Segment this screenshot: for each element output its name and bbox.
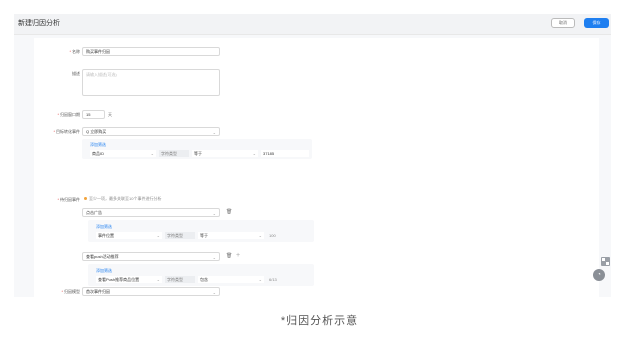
filter-field-select[interactable]: 商品ID ⌄ (90, 150, 156, 157)
touch-event-2-filter-block: 添加筛选 查看Push推荐商品位置 ⌄ 字符类型 包含 ⌄ 6/13 (88, 264, 314, 286)
save-button[interactable]: 保存 (584, 18, 609, 28)
target-event-select[interactable]: Q 立即购买 ⌄ (82, 127, 220, 136)
page-header: 新建归因分析 取消 保存 (14, 14, 611, 35)
target-filter-block: 添加筛选 商品ID ⌄ 字符类型 等于 ⌄ 37185 (82, 139, 312, 159)
touch-event-1-select[interactable]: 点击广告 ⌄ (82, 208, 220, 217)
delete-icon[interactable]: 🗑 (226, 209, 232, 215)
description-label: 描述 (72, 71, 80, 76)
chevron-down-icon: ⌄ (212, 211, 216, 216)
target-event-label: *目标转化事件 (53, 129, 80, 134)
chevron-down-icon: ⌄ (212, 290, 216, 295)
filter-operator-select[interactable]: 包含 ⌄ (198, 276, 264, 283)
chevron-down-icon: ⌄ (156, 277, 160, 282)
chevron-down-icon: ⌄ (212, 255, 216, 260)
chevron-down-icon: ⌄ (150, 151, 154, 156)
model-select[interactable]: 首次事件归因 ⌄ (82, 287, 220, 296)
window-input[interactable]: 15 (82, 110, 105, 119)
filter-operator-select[interactable]: 等于 ⌄ (198, 232, 264, 239)
cancel-button[interactable]: 取消 (551, 18, 575, 28)
touch-events-label: *待归因事件 (57, 197, 80, 202)
add-filter-link[interactable]: 添加筛选 (90, 142, 106, 148)
name-label: *名称 (69, 49, 80, 54)
chevron-down-icon: ⌄ (156, 233, 160, 238)
filter-value-input[interactable]: 6/13 (267, 276, 307, 283)
qr-code-icon[interactable] (601, 257, 610, 266)
filter-field-select[interactable]: 查看Push推荐商品位置 ⌄ (96, 276, 162, 283)
name-input[interactable]: 购买事件归因 (82, 47, 220, 56)
window-label: *归因窗口期 (57, 112, 80, 117)
filter-type-badge: 字符类型 (159, 150, 189, 157)
add-icon[interactable]: + (236, 252, 240, 259)
touch-event-2-select[interactable]: 查看push活动推荐 ⌄ (82, 252, 220, 261)
filter-value-input[interactable]: 37185 (261, 150, 309, 157)
chevron-down-icon: ⌄ (212, 130, 216, 135)
window-unit: 天 (108, 112, 112, 117)
chevron-down-icon: ⌄ (252, 151, 256, 156)
chevron-down-icon: ⌄ (258, 277, 262, 282)
help-fab-icon[interactable]: ◔ (593, 269, 605, 281)
add-filter-link[interactable]: 添加筛选 (96, 268, 112, 274)
filter-type-badge: 字符类型 (165, 232, 195, 239)
add-filter-link[interactable]: 添加筛选 (96, 224, 112, 230)
filter-operator-select[interactable]: 等于 ⌄ (192, 150, 258, 157)
screenshot-frame: 新建归因分析 取消 保存 *名称 购买事件归因 描述 请输入描述(可选) *归因… (14, 14, 611, 297)
page-title: 新建归因分析 (18, 20, 60, 27)
model-label: *归因模型 (61, 289, 80, 294)
description-textarea[interactable]: 请输入描述(可选) (82, 69, 220, 96)
figure-caption: *归因分析示意 (280, 315, 359, 327)
touch-event-1-filter-block: 添加筛选 事件位置 ⌄ 字符类型 等于 ⌄ 100 (88, 220, 314, 242)
filter-field-select[interactable]: 事件位置 ⌄ (96, 232, 162, 239)
warning-icon (84, 197, 87, 200)
filter-value-input[interactable]: 100 (267, 232, 307, 239)
delete-icon[interactable]: 🗑 (226, 253, 232, 259)
touch-events-hint: 至少一项，最多关联至10个事件进行分析 (89, 196, 162, 201)
filter-type-badge: 字符类型 (165, 276, 195, 283)
chevron-down-icon: ⌄ (258, 233, 262, 238)
form-panel: *名称 购买事件归因 描述 请输入描述(可选) *归因窗口期 15 天 *目标转… (34, 38, 599, 297)
